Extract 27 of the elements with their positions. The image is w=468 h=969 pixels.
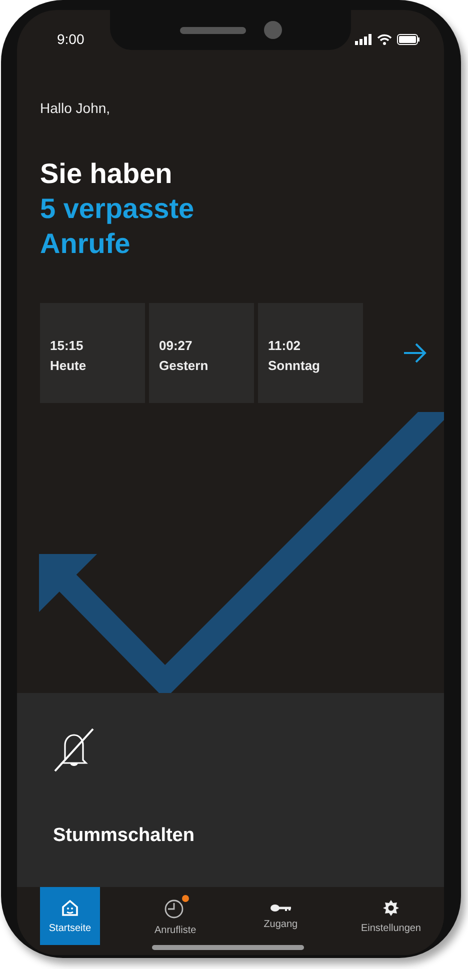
call-time: 09:27 xyxy=(159,337,194,355)
missed-calls-headline: 5 verpasste Anrufe xyxy=(40,192,196,261)
nav-tab[interactable]: Einstellungen xyxy=(356,887,426,945)
key-icon xyxy=(270,902,292,912)
call-day: Heute xyxy=(50,356,145,376)
house-icon xyxy=(61,898,79,916)
call-time: 11:02 xyxy=(268,337,302,355)
mute-panel[interactable]: Stummschalten xyxy=(17,693,444,887)
call-day: Gestern xyxy=(159,356,254,376)
missed-call-card[interactable]: 09:27 Gestern xyxy=(149,303,254,403)
mute-label: Stummschalten xyxy=(53,825,196,847)
bell-off-icon xyxy=(53,727,95,773)
call-time: 15:15 xyxy=(50,337,84,355)
arrow-right-icon[interactable] xyxy=(403,343,427,363)
battery-icon xyxy=(397,34,420,44)
nav-tab[interactable]: Startseite xyxy=(40,887,100,945)
wifi-icon xyxy=(377,34,392,44)
missed-call-card[interactable]: 15:15 Heute xyxy=(40,303,145,403)
gear-icon xyxy=(382,898,400,916)
nav-tab[interactable]: Anrufliste xyxy=(145,887,206,945)
greeting-text: Hallo John, xyxy=(40,100,112,116)
call-day: Sonntag xyxy=(268,356,363,376)
signal-icon xyxy=(355,34,372,44)
missed-call-card[interactable]: 11:02 Sonntag xyxy=(258,303,363,403)
headline-text: Sie haben xyxy=(40,157,174,191)
nav-tab[interactable]: Zugang xyxy=(250,887,311,945)
status-time: 9:00 xyxy=(57,31,84,47)
